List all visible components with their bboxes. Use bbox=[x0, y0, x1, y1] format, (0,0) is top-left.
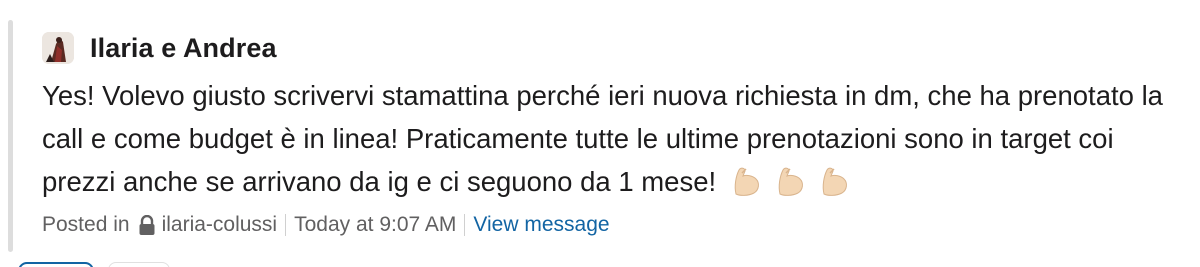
message-card: Ilaria e Andrea Yes! Volevo giusto scriv… bbox=[42, 28, 1180, 237]
message-text: Yes! Volevo giusto scrivervi stamattina … bbox=[42, 80, 1163, 197]
author-name[interactable]: Ilaria e Andrea bbox=[90, 33, 277, 64]
quote-bar bbox=[8, 20, 13, 252]
divider bbox=[285, 214, 287, 236]
flexed-biceps-icon bbox=[730, 164, 764, 198]
avatar[interactable] bbox=[42, 32, 74, 64]
view-message-link[interactable]: View message bbox=[473, 213, 609, 237]
timestamp[interactable]: Today at 9:07 AM bbox=[294, 213, 456, 237]
reaction-pill[interactable] bbox=[18, 262, 94, 267]
flexed-biceps-icon bbox=[818, 164, 852, 198]
flexed-biceps-icon bbox=[774, 164, 808, 198]
channel-name[interactable]: ilaria-colussi bbox=[162, 213, 278, 237]
message-meta: Posted in ilaria-colussi Today at 9:07 A… bbox=[42, 213, 1180, 237]
divider bbox=[464, 214, 466, 236]
message-header: Ilaria e Andrea bbox=[42, 28, 1180, 68]
emoji-group bbox=[730, 164, 852, 198]
reaction-pill[interactable] bbox=[108, 262, 170, 267]
lock-icon bbox=[138, 214, 156, 237]
posted-in-label: Posted in bbox=[42, 213, 130, 236]
message-body: Yes! Volevo giusto scrivervi stamattina … bbox=[42, 74, 1182, 203]
shared-message-preview: Ilaria e Andrea Yes! Volevo giusto scriv… bbox=[0, 0, 1200, 267]
